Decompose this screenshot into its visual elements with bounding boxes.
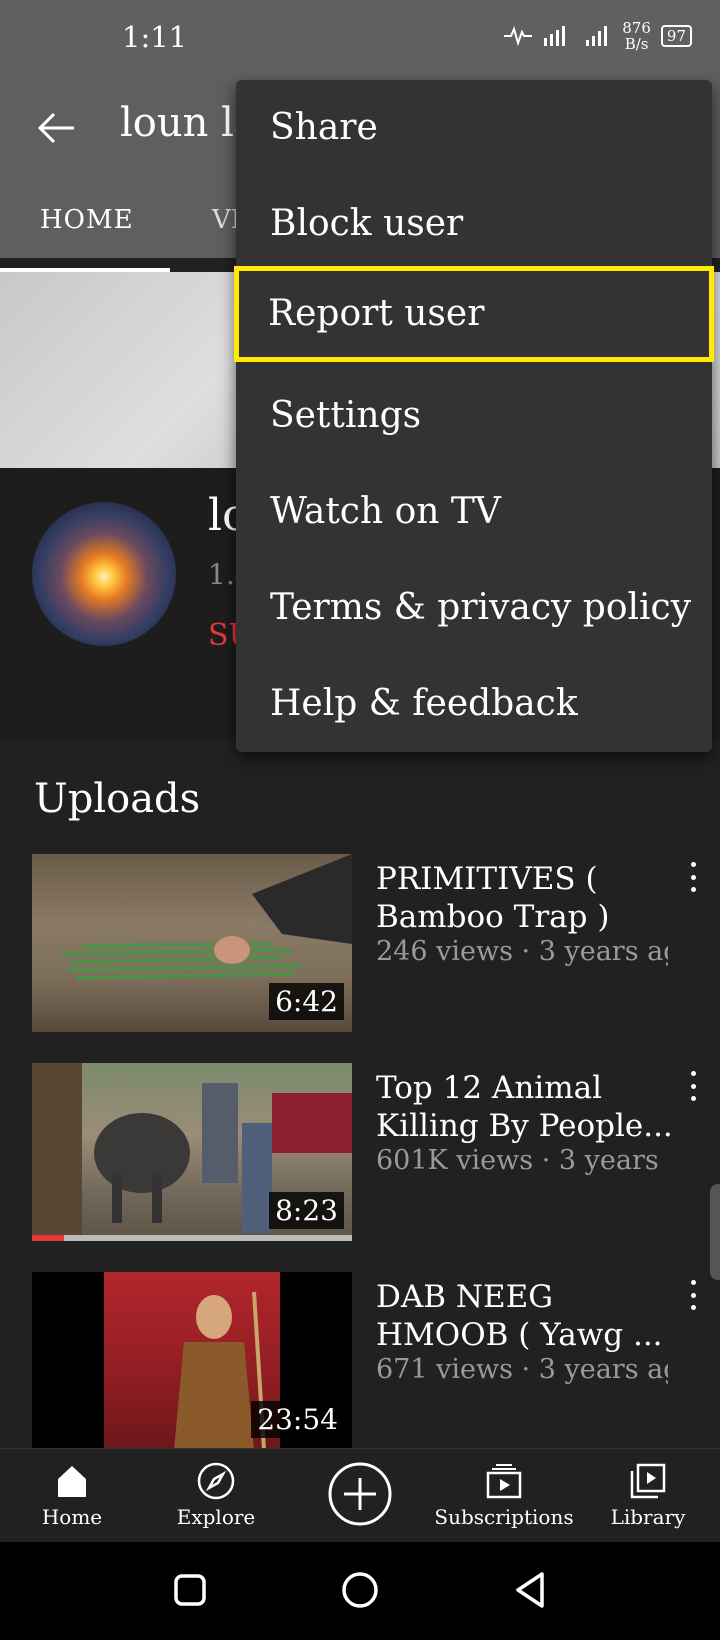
menu-item-help-feedback[interactable]: Help & feedback — [236, 656, 712, 752]
nav-home-label: Home — [41, 1505, 103, 1529]
home-icon — [58, 1466, 86, 1497]
home-circle-icon[interactable] — [340, 1570, 380, 1610]
net-speed-unit: B/s — [624, 35, 649, 53]
video-meta: 601K views · 3 years a — [376, 1145, 668, 1176]
overflow-menu: Share Block user Report user Settings Wa… — [234, 80, 714, 752]
net-speed: 876 B/s — [622, 20, 651, 52]
back-triangle-icon[interactable] — [512, 1570, 548, 1610]
video-title[interactable]: DAB NEEG HMOOB ( Yawg ... — [376, 1278, 676, 1354]
menu-item-settings[interactable]: Settings — [236, 368, 712, 464]
status-icons: 876 B/s 97 — [504, 20, 692, 52]
compass-icon — [197, 1462, 235, 1500]
channel-avatar[interactable] — [32, 502, 176, 646]
add-circle-icon — [328, 1462, 392, 1526]
video-duration: 8:23 — [269, 1192, 344, 1229]
nav-explore-label: Explore — [176, 1505, 256, 1529]
system-navigation-bar — [0, 1542, 720, 1640]
more-vert-icon[interactable] — [686, 1071, 700, 1101]
menu-item-watch-on-tv[interactable]: Watch on TV — [236, 464, 712, 560]
activity-icon — [504, 26, 533, 46]
bottom-navigation: Home Explore Subscriptions Library — [0, 1448, 720, 1542]
battery-icon: 97 — [660, 25, 692, 47]
menu-item-report-user[interactable]: Report user — [234, 266, 714, 362]
library-icon — [630, 1463, 666, 1499]
video-thumbnail[interactable]: 23:54 — [32, 1272, 352, 1450]
signal-icon — [544, 26, 566, 46]
nav-subscriptions-label: Subscriptions — [434, 1505, 574, 1529]
video-title[interactable]: PRIMITIVES ( Bamboo Trap ) — [376, 860, 676, 936]
video-item[interactable]: 8:23 Top 12 Animal Killing By People... … — [0, 1063, 720, 1243]
scrollbar-handle[interactable] — [710, 1184, 720, 1280]
menu-item-terms-privacy[interactable]: Terms & privacy policy — [236, 560, 712, 656]
video-duration: 6:42 — [269, 983, 344, 1020]
nav-home[interactable]: Home — [2, 1461, 142, 1529]
menu-item-block-user[interactable]: Block user — [236, 176, 712, 272]
more-vert-icon[interactable] — [686, 1280, 700, 1310]
nav-explore[interactable]: Explore — [146, 1461, 286, 1529]
status-time: 1:11 — [122, 20, 188, 54]
watch-progress-fill — [32, 1235, 64, 1241]
more-vert-icon[interactable] — [686, 862, 700, 892]
video-item[interactable]: 23:54 DAB NEEG HMOOB ( Yawg ... 671 view… — [0, 1272, 720, 1452]
video-thumbnail[interactable]: 8:23 — [32, 1063, 352, 1241]
nav-library-label: Library — [610, 1505, 686, 1529]
video-thumbnail[interactable]: 6:42 — [32, 854, 352, 1032]
video-duration: 23:54 — [251, 1401, 344, 1438]
nav-create[interactable] — [290, 1461, 430, 1531]
nav-subscriptions[interactable]: Subscriptions — [434, 1461, 574, 1529]
menu-item-share[interactable]: Share — [236, 80, 712, 176]
back-arrow-icon[interactable] — [36, 106, 80, 150]
tab-home[interactable]: HOME — [40, 205, 134, 235]
watch-progress-bar — [32, 1235, 352, 1241]
video-meta: 246 views · 3 years ag — [376, 936, 668, 967]
video-title[interactable]: Top 12 Animal Killing By People... — [376, 1069, 676, 1145]
net-speed-value: 876 — [622, 19, 651, 37]
video-item[interactable]: 6:42 PRIMITIVES ( Bamboo Trap ) 246 view… — [0, 854, 720, 1034]
status-bar: 1:11 876 B/s 97 — [0, 0, 720, 80]
nav-library[interactable]: Library — [578, 1461, 718, 1529]
uploads-heading: Uploads — [34, 776, 201, 822]
signal-icon-2 — [586, 26, 608, 46]
recents-icon[interactable] — [172, 1572, 208, 1608]
subscriptions-icon — [486, 1464, 522, 1499]
video-meta: 671 views · 3 years ag — [376, 1354, 668, 1385]
